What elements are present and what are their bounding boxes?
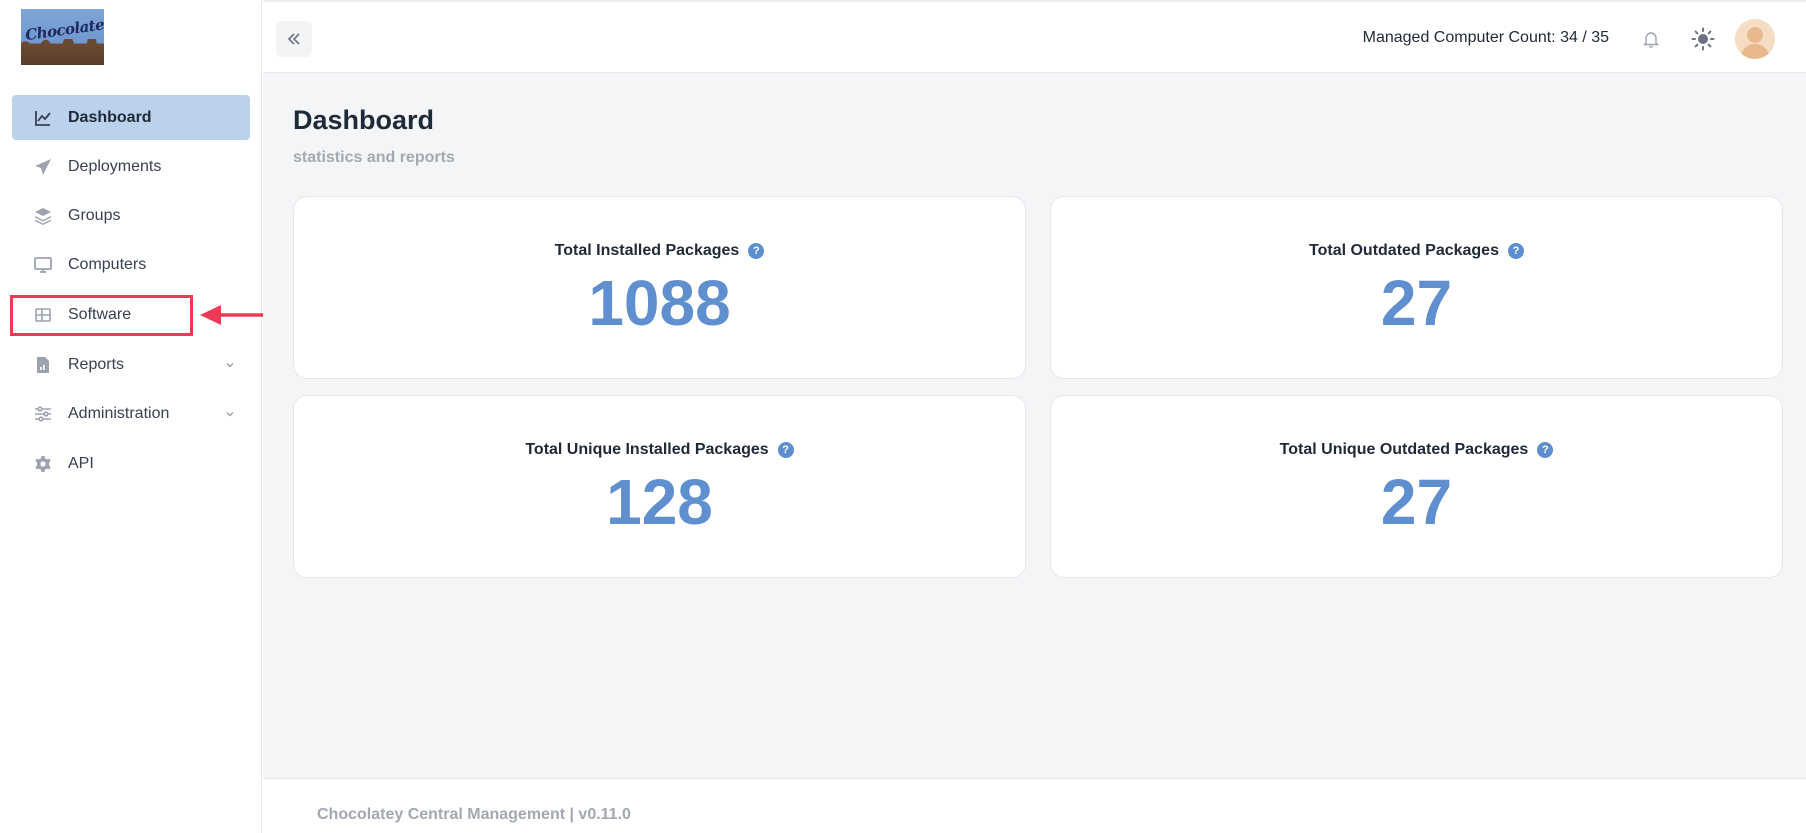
stat-card-title: Total Installed Packages ?: [294, 242, 1025, 260]
collapse-sidebar-button[interactable]: [276, 21, 312, 57]
help-icon[interactable]: ?: [777, 442, 794, 458]
stat-card-title-text: Total Unique Installed Packages: [525, 441, 769, 458]
stat-card-title-text: Total Unique Outdated Packages: [1279, 441, 1529, 458]
sidebar-item-reports[interactable]: Reports: [12, 342, 250, 387]
monitor-icon: [33, 255, 53, 275]
sidebar-item-label: API: [68, 454, 94, 472]
sidebar-item-software[interactable]: Software: [12, 292, 250, 337]
sliders-icon: [33, 404, 53, 424]
sidebar-item-administration[interactable]: Administration: [12, 391, 250, 436]
stat-card-title: Total Unique Outdated Packages ?: [1051, 441, 1782, 459]
user-avatar-icon: [1735, 19, 1775, 59]
stat-card-value: 128: [606, 466, 713, 538]
stat-card-title: Total Outdated Packages ?: [1051, 242, 1782, 260]
double-chevron-left-icon: [287, 33, 300, 45]
sidebar-item-api[interactable]: API: [12, 441, 250, 486]
stat-card-unique-installed: Total Unique Installed Packages ? 128: [293, 395, 1026, 578]
chart-line-icon: [33, 108, 53, 128]
help-icon[interactable]: ?: [748, 243, 765, 259]
gear-icon: [33, 454, 53, 474]
file-chart-icon: [33, 355, 53, 375]
stat-card-title: Total Unique Installed Packages ?: [294, 441, 1025, 459]
app-root: Chocolatey Dashboard Deployments Groups …: [0, 0, 1806, 833]
page-title: Dashboard: [293, 105, 435, 135]
layers-icon: [33, 206, 53, 226]
chevron-down-icon[interactable]: [224, 408, 236, 420]
sidebar: Chocolatey Dashboard Deployments Groups …: [0, 0, 262, 833]
sidebar-item-label: Reports: [68, 355, 125, 373]
main-content: Dashboard statistics and reports Total I…: [263, 73, 1806, 778]
stat-card-title-text: Total Installed Packages: [554, 242, 740, 259]
help-icon[interactable]: ?: [1537, 442, 1554, 458]
paper-plane-icon: [33, 157, 53, 177]
bell-icon[interactable]: [1641, 29, 1661, 49]
sidebar-item-label: Groups: [68, 206, 121, 224]
sidebar-item-deployments[interactable]: Deployments: [12, 144, 250, 189]
sidebar-item-label: Deployments: [68, 157, 162, 175]
sidebar-item-label: Administration: [68, 404, 170, 422]
avatar[interactable]: [1735, 19, 1775, 59]
stat-card-title-text: Total Outdated Packages: [1309, 242, 1499, 259]
stat-card-value: 27: [1380, 466, 1453, 538]
stat-card-total-installed: Total Installed Packages ? 1088: [293, 196, 1026, 379]
page-subtitle: statistics and reports: [293, 149, 455, 166]
sun-icon[interactable]: [1691, 27, 1715, 51]
grid-icon: [33, 305, 53, 325]
sidebar-item-label: Software: [68, 305, 132, 323]
footer-version-text: Chocolatey Central Management | v0.11.0: [317, 806, 631, 823]
sidebar-item-groups[interactable]: Groups: [12, 193, 250, 238]
help-icon[interactable]: ?: [1507, 243, 1524, 259]
chevron-down-icon[interactable]: [224, 359, 236, 371]
sidebar-item-dashboard[interactable]: Dashboard: [12, 95, 250, 140]
stat-card-total-outdated: Total Outdated Packages ? 27: [1050, 196, 1783, 379]
sidebar-item-computers[interactable]: Computers: [12, 242, 250, 287]
sidebar-item-label: Computers: [68, 255, 147, 273]
managed-computer-count: Managed Computer Count: 34 / 35: [1362, 29, 1609, 46]
chocolatey-logo[interactable]: Chocolatey: [21, 9, 104, 65]
footer: Chocolatey Central Management | v0.11.0: [263, 778, 1806, 833]
sidebar-item-label: Dashboard: [68, 108, 152, 126]
top-bar: Managed Computer Count: 34 / 35: [263, 0, 1806, 73]
stat-card-value: 27: [1380, 267, 1453, 339]
stat-card-value: 1088: [588, 267, 731, 339]
stat-card-unique-outdated: Total Unique Outdated Packages ? 27: [1050, 395, 1783, 578]
